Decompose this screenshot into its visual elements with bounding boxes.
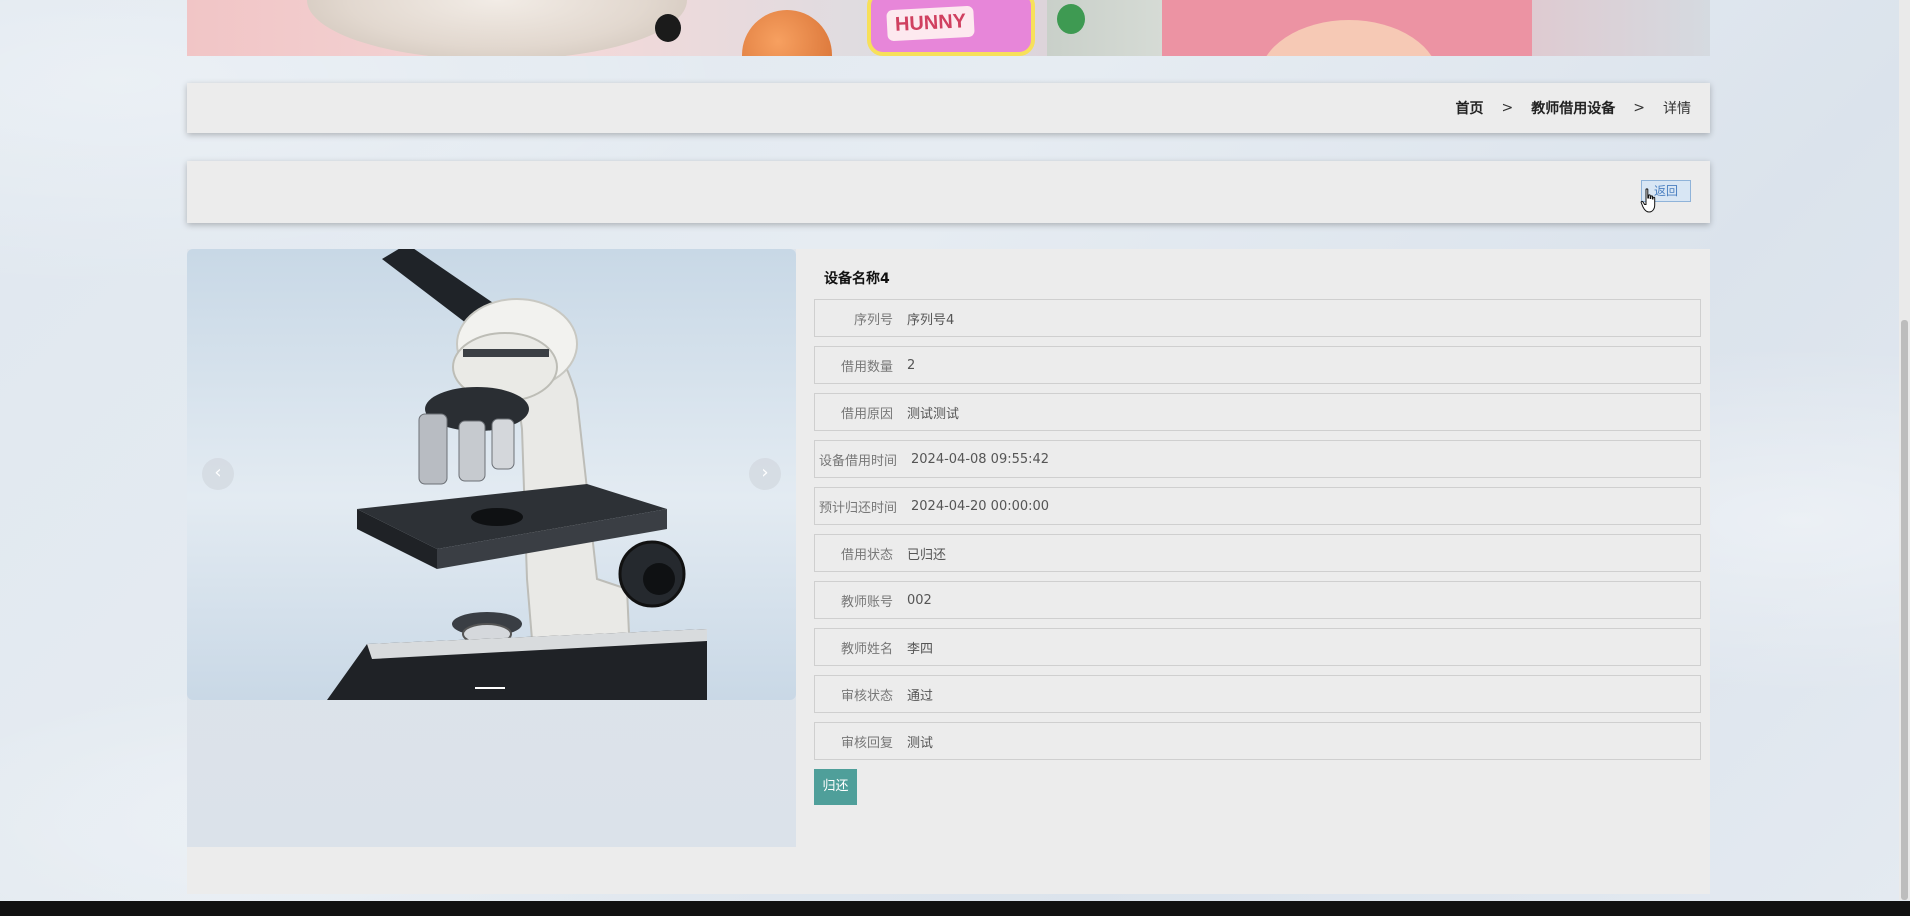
- banner-toy-ball: [742, 10, 832, 56]
- detail-section: ‹ › 设备名称4 序列号 序列号4 借用数量 2 借用原因 测试测试 设备借用…: [187, 249, 1710, 894]
- carousel-indicator[interactable]: [475, 687, 505, 689]
- field-label: 借用数量: [840, 359, 893, 375]
- field-value: 2024-04-08 09:55:42: [911, 451, 1050, 467]
- field-borrow-reason: 借用原因 测试测试: [814, 393, 1701, 431]
- field-value: 002: [907, 592, 932, 608]
- field-label: 设备借用时间: [818, 453, 897, 469]
- detail-info: 设备名称4 序列号 序列号4 借用数量 2 借用原因 测试测试 设备借用时间 2…: [814, 249, 1701, 805]
- image-carousel: ‹ ›: [187, 249, 796, 700]
- field-label: 审核回复: [840, 735, 893, 751]
- carousel-prev-icon[interactable]: ‹: [202, 458, 234, 490]
- field-value: 李四: [907, 641, 934, 657]
- device-name-title: 设备名称4: [824, 271, 890, 287]
- field-review-reply: 审核回复 测试: [814, 722, 1701, 760]
- banner-dog-image: [307, 0, 687, 56]
- breadcrumb-teacher-borrow[interactable]: 教师借用设备: [1531, 98, 1615, 118]
- field-label: 教师账号: [840, 594, 893, 610]
- carousel-next-icon[interactable]: ›: [749, 458, 781, 490]
- field-label: 借用原因: [840, 406, 893, 422]
- scrollbar-thumb[interactable]: [1901, 320, 1908, 900]
- field-borrow-quantity: 借用数量 2: [814, 346, 1701, 384]
- field-label: 预计归还时间: [818, 500, 897, 516]
- detail-field-list: 序列号 序列号4 借用数量 2 借用原因 测试测试 设备借用时间 2024-04…: [814, 299, 1701, 760]
- banner-toy-label: HUNNY: [886, 5, 975, 42]
- field-value: 测试测试: [907, 406, 960, 422]
- field-serial-number: 序列号 序列号4: [814, 299, 1701, 337]
- field-value: 通过: [907, 688, 934, 704]
- breadcrumb-detail: 详情: [1663, 101, 1691, 117]
- banner-dog-nose: [655, 14, 681, 42]
- field-review-status: 审核状态 通过: [814, 675, 1701, 713]
- breadcrumb-bar: 首页 > 教师借用设备 > 详情: [187, 83, 1710, 133]
- breadcrumb-separator: >: [1501, 100, 1514, 116]
- field-expected-return-time: 预计归还时间 2024-04-20 00:00:00: [814, 487, 1701, 525]
- breadcrumb-separator: >: [1633, 100, 1645, 116]
- breadcrumb-home[interactable]: 首页: [1456, 98, 1484, 118]
- field-value: 2024-04-20 00:00:00: [911, 498, 1050, 514]
- return-button[interactable]: 归还: [814, 769, 857, 805]
- field-value: 2: [907, 357, 916, 373]
- field-teacher-account: 教师账号 002: [814, 581, 1701, 619]
- field-label: 序列号: [853, 312, 893, 328]
- field-teacher-name: 教师姓名 李四: [814, 628, 1701, 666]
- field-value: 测试: [907, 735, 934, 751]
- field-label: 审核状态: [840, 688, 893, 704]
- microscope-image: [327, 249, 707, 700]
- banner-green-toy: [1057, 4, 1085, 34]
- taskbar-strip: [0, 901, 1910, 916]
- field-borrow-time: 设备借用时间 2024-04-08 09:55:42: [814, 440, 1701, 478]
- field-borrow-status: 借用状态 已归还: [814, 534, 1701, 572]
- top-banner: HUNNY: [187, 0, 1710, 56]
- hand-cursor-icon: [1640, 188, 1656, 213]
- field-value: 序列号4: [907, 312, 955, 328]
- field-value: 已归还: [907, 547, 947, 563]
- action-bar: 返回: [187, 161, 1710, 223]
- field-label: 借用状态: [840, 547, 893, 563]
- field-label: 教师姓名: [840, 641, 893, 657]
- breadcrumb: 首页 > 教师借用设备 > 详情: [1456, 83, 1691, 133]
